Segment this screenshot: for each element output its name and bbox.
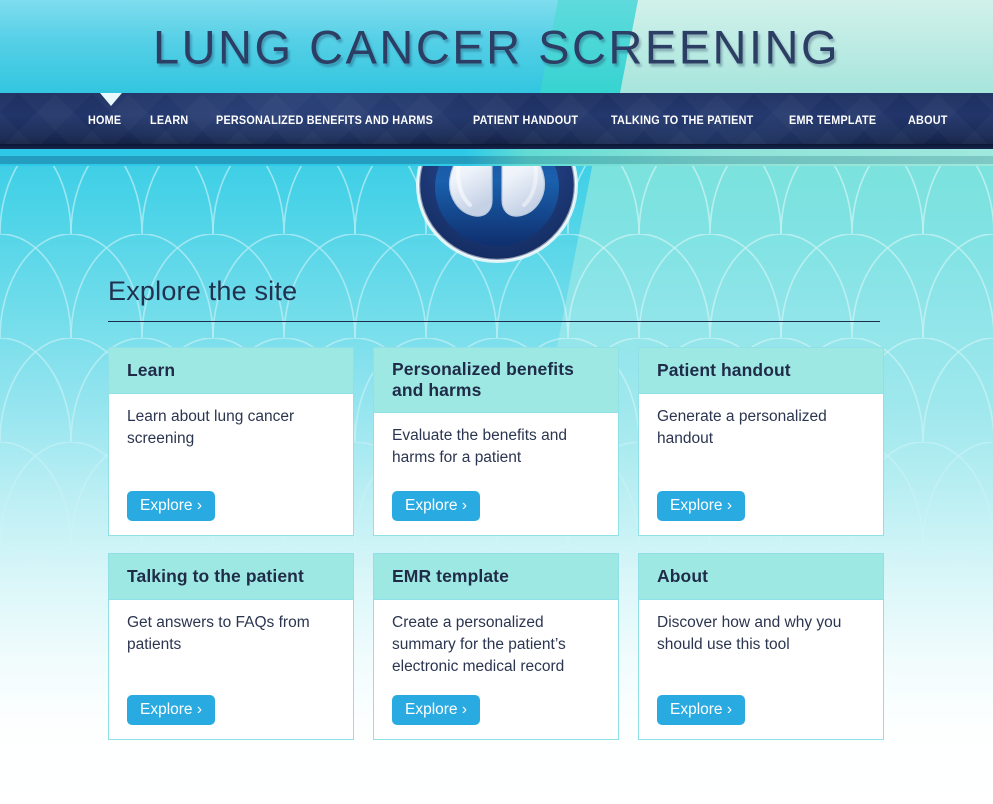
site-title: LUNG CANCER SCREENING	[152, 20, 841, 73]
nav-item-about[interactable]: ABOUT	[908, 115, 948, 127]
card-talking-to-the-patient[interactable]: Talking to the patient Get answers to FA…	[108, 553, 354, 740]
explore-button-emr-template[interactable]: Explore ›	[392, 694, 481, 725]
card-header: Learn	[109, 348, 353, 394]
nav-item-home[interactable]: HOME	[88, 115, 121, 127]
card-body: Learn about lung cancer screening Explor…	[109, 394, 353, 535]
nav-item-list: HOME LEARN PERSONALIZED BENEFITS AND HAR…	[0, 93, 993, 149]
main-navigation: HOME LEARN PERSONALIZED BENEFITS AND HAR…	[0, 93, 993, 149]
nav-item-learn[interactable]: LEARN	[150, 115, 188, 127]
card-description: Create a personalized summary for the pa…	[392, 614, 566, 675]
card-title: About	[657, 565, 709, 586]
explore-button-patient-handout[interactable]: Explore ›	[657, 490, 746, 521]
card-body: Discover how and why you should use this…	[639, 600, 883, 739]
explore-card-grid: Learn Learn about lung cancer screening …	[108, 347, 885, 740]
card-description: Learn about lung cancer screening	[127, 408, 295, 447]
card-title: Personalized benefits and harms	[392, 359, 575, 400]
nav-item-talking-to-the-patient[interactable]: TALKING TO THE PATIENT	[611, 115, 753, 127]
card-title: Patient handout	[657, 359, 791, 380]
nav-item-emr-template[interactable]: EMR TEMPLATE	[789, 115, 876, 127]
content-container: Explore the site Learn Learn about lung …	[0, 276, 993, 740]
nav-bottom-border	[0, 144, 993, 149]
nav-item-patient-handout[interactable]: PATIENT HANDOUT	[473, 115, 578, 127]
card-header: Personalized benefits and harms	[374, 348, 618, 414]
main-content-area: Explore the site Learn Learn about lung …	[0, 166, 993, 804]
card-description: Generate a personalized handout	[657, 408, 827, 447]
card-title: Learn	[127, 359, 176, 380]
explore-button-about[interactable]: Explore ›	[657, 694, 746, 725]
heading-divider	[108, 321, 880, 322]
card-header: EMR template	[374, 554, 618, 600]
lungs-logo	[414, 166, 580, 273]
accent-stripe	[0, 149, 993, 166]
site-banner: LUNG CANCER SCREENING	[0, 0, 993, 93]
accent-stripe-dark-band	[0, 156, 993, 164]
card-header: Talking to the patient	[109, 554, 353, 600]
nav-item-personalized-benefits-and-harms[interactable]: PERSONALIZED BENEFITS AND HARMS	[216, 115, 433, 127]
card-learn[interactable]: Learn Learn about lung cancer screening …	[108, 347, 354, 536]
active-nav-pointer-icon	[100, 93, 122, 106]
lungs-logo-icon	[416, 166, 578, 263]
card-about[interactable]: About Discover how and why you should us…	[638, 553, 884, 740]
card-patient-handout[interactable]: Patient handout Generate a personalized …	[638, 347, 884, 536]
card-personalized-benefits-and-harms[interactable]: Personalized benefits and harms Evaluate…	[373, 347, 619, 536]
card-body: Create a personalized summary for the pa…	[374, 600, 618, 739]
card-emr-template[interactable]: EMR template Create a personalized summa…	[373, 553, 619, 740]
card-description: Discover how and why you should use this…	[657, 614, 842, 653]
card-title: EMR template	[392, 565, 509, 586]
card-header: Patient handout	[639, 348, 883, 394]
card-title: Talking to the patient	[127, 565, 304, 586]
card-body: Evaluate the benefits and harms for a pa…	[374, 413, 618, 535]
explore-button-personalized-benefits-and-harms[interactable]: Explore ›	[392, 490, 481, 521]
page-root: LUNG CANCER SCREENING HOME LEARN PERSONA…	[0, 0, 993, 804]
page-title: Explore the site	[108, 276, 298, 306]
card-body: Generate a personalized handout Explore …	[639, 394, 883, 535]
card-header: About	[639, 554, 883, 600]
explore-button-talking-to-the-patient[interactable]: Explore ›	[127, 694, 216, 725]
card-description: Get answers to FAQs from patients	[127, 614, 310, 653]
card-description: Evaluate the benefits and harms for a pa…	[392, 427, 567, 467]
card-body: Get answers to FAQs from patients Explor…	[109, 600, 353, 739]
explore-button-learn[interactable]: Explore ›	[127, 490, 216, 521]
